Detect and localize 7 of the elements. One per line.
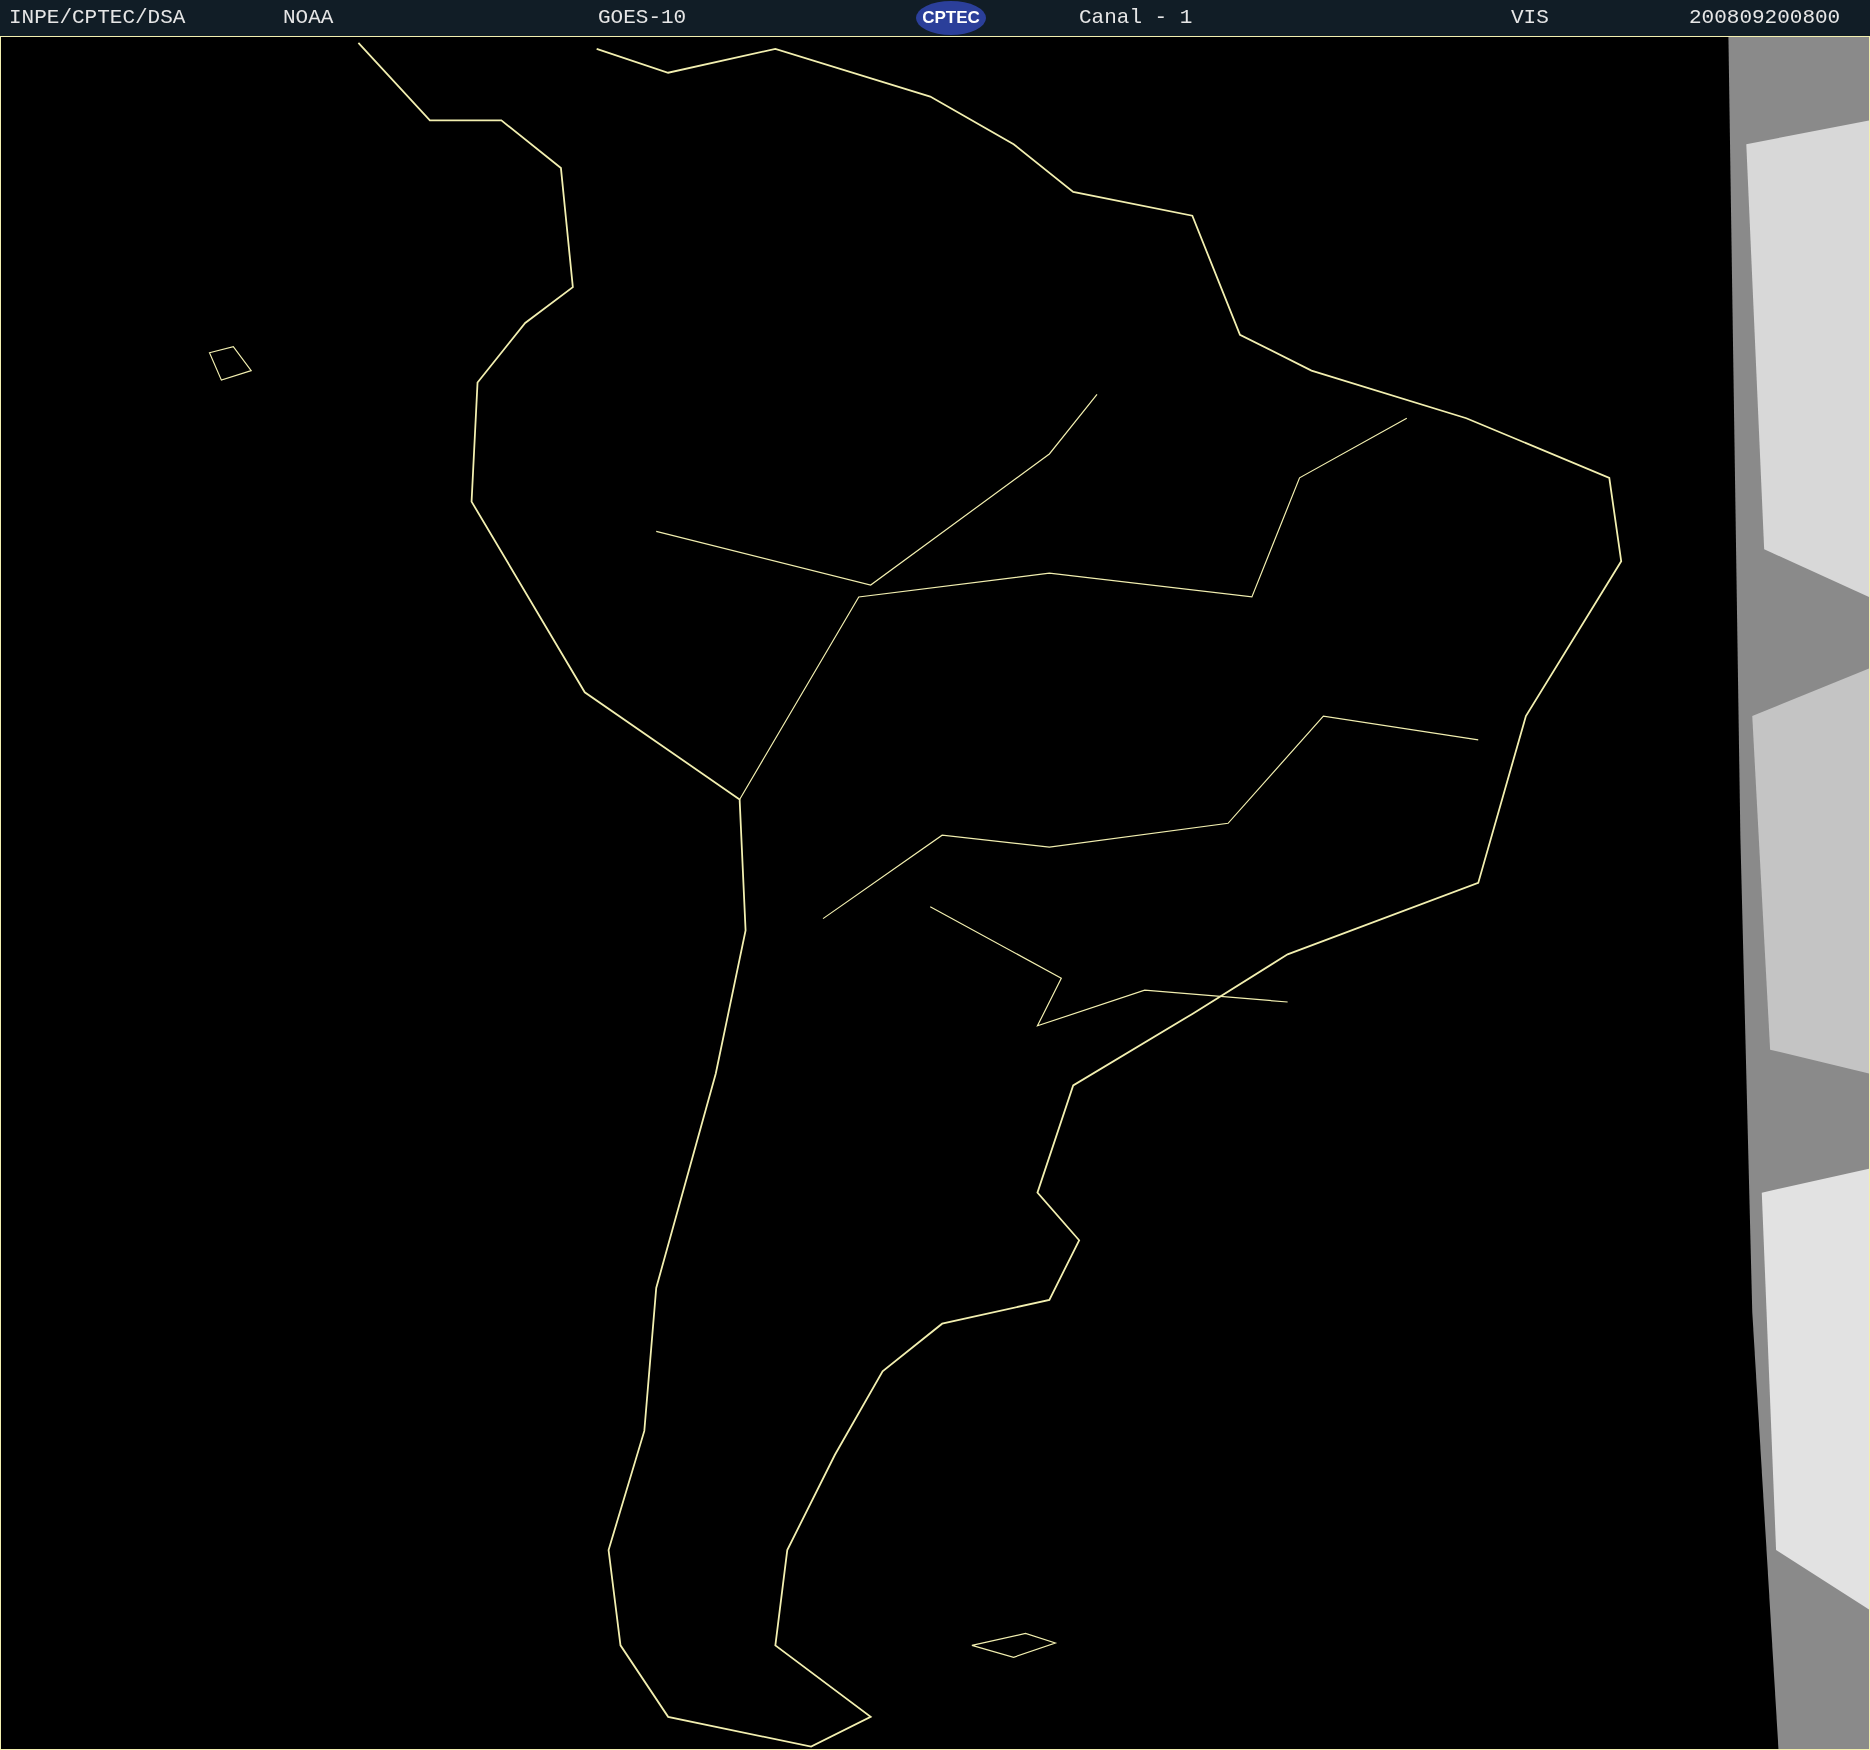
header-label: INPE/CPTEC/DSA [9, 5, 187, 32]
header-label: Canal - 1 [1079, 5, 1194, 32]
logo: CPTEC [916, 1, 986, 35]
header-label: 200809200800 [1689, 5, 1841, 32]
header-label: NOAA [283, 5, 335, 32]
header-label: VIS [1511, 5, 1550, 32]
header-label: GOES-10 [598, 5, 688, 32]
